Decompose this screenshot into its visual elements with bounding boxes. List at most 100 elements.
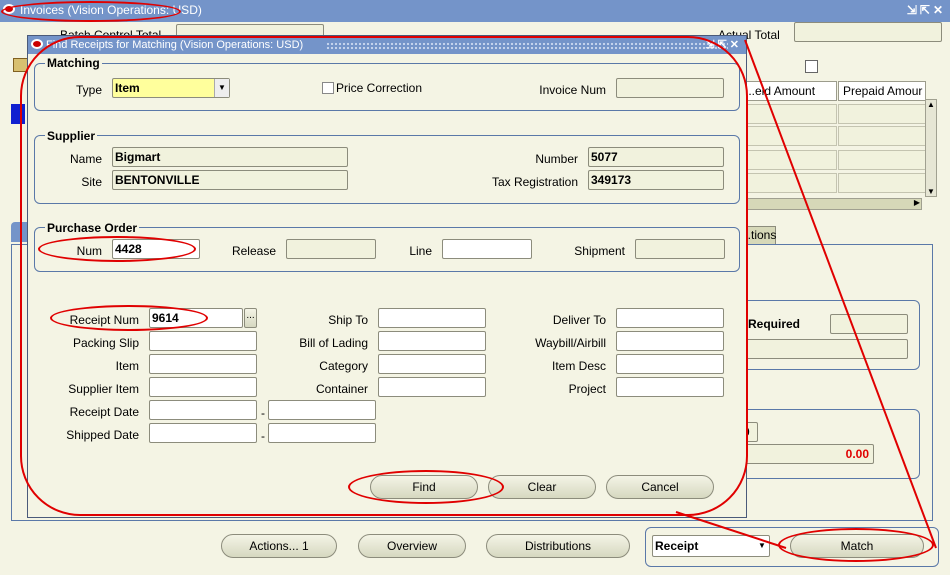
grid-cell[interactable] <box>740 173 837 193</box>
deliver-to-field[interactable] <box>616 308 724 328</box>
dialog-window-controls[interactable]: ⇲⇱✕ <box>705 36 742 54</box>
required-field-1[interactable] <box>830 314 908 334</box>
ship-to-label: Ship To <box>328 313 368 327</box>
supplier-item-field[interactable] <box>149 377 257 397</box>
invoice-num-label: Invoice Num <box>539 83 606 97</box>
grid-cell[interactable] <box>740 104 837 124</box>
shipped-date-label: Shipped Date <box>66 428 139 442</box>
close-icon[interactable]: ✕ <box>730 39 742 51</box>
po-num-label: Num <box>76 244 102 258</box>
receipt-date-separator: - <box>261 406 265 420</box>
vertical-scrollbar[interactable]: ▲ ▼ <box>925 99 937 197</box>
grid-cell[interactable] <box>740 126 837 146</box>
type-select[interactable]: Item ▼ <box>112 78 230 98</box>
receipt-num-field[interactable]: 9614 <box>149 308 243 328</box>
grid-cell[interactable] <box>838 150 926 170</box>
ship-to-field[interactable] <box>378 308 486 328</box>
amount-field[interactable]: 0.00 <box>740 444 874 464</box>
find-button[interactable]: Find <box>370 475 478 499</box>
tax-registration-label: Tax Registration <box>491 175 578 189</box>
packing-slip-field[interactable] <box>149 331 257 351</box>
shipped-date-separator: - <box>261 429 265 443</box>
supplier-group-title: Supplier <box>45 129 98 143</box>
clear-button[interactable]: Clear <box>488 475 596 499</box>
scroll-up-icon[interactable]: ▲ <box>927 100 935 109</box>
amount-value: 0.00 <box>845 447 869 461</box>
required-label: Required <box>748 317 801 331</box>
maximize-icon[interactable]: ⇱ <box>718 39 730 51</box>
container-label: Container <box>315 382 368 396</box>
project-field[interactable] <box>616 377 724 397</box>
supplier-name-field[interactable]: Bigmart <box>112 147 348 167</box>
packing-slip-label: Packing Slip <box>72 336 139 350</box>
receipt-date-from-field[interactable] <box>149 400 257 420</box>
bill-of-lading-label: Bill of Lading <box>299 336 368 350</box>
grid-cell[interactable] <box>838 104 926 124</box>
bill-of-lading-field[interactable] <box>378 331 486 351</box>
supplier-site-field[interactable]: BENTONVILLE <box>112 170 348 190</box>
matching-group-title: Matching <box>45 56 102 70</box>
po-shipment-label: Shipment <box>574 244 625 258</box>
po-release-field[interactable] <box>286 239 376 259</box>
po-line-label: Line <box>409 244 432 258</box>
oracle-logo-icon <box>3 4 15 14</box>
required-group <box>740 300 920 370</box>
window-controls[interactable]: ⇲⇱✕ <box>907 0 946 20</box>
category-label: Category <box>319 359 368 373</box>
tax-registration-field[interactable]: 349173 <box>588 170 724 190</box>
scroll-down-icon[interactable]: ▼ <box>927 187 935 196</box>
match-type-value: Receipt <box>655 539 699 553</box>
match-type-select[interactable]: Receipt ▼ <box>652 535 770 557</box>
supplier-number-label: Number <box>535 152 578 166</box>
receipt-lov-button[interactable]: ... <box>244 308 257 328</box>
grid-cell[interactable] <box>838 126 926 146</box>
waybill-label: Waybill/Airbill <box>535 336 606 350</box>
scroll-right-icon[interactable]: ▶ <box>914 198 920 207</box>
type-label: Type <box>75 83 102 97</box>
maximize-icon[interactable]: ⇱ <box>920 3 933 17</box>
item-desc-field[interactable] <box>616 354 724 374</box>
shipped-date-to-field[interactable] <box>268 423 376 443</box>
match-button[interactable]: Match <box>790 534 924 558</box>
po-num-field[interactable]: 4428 <box>112 239 200 259</box>
minimize-icon[interactable]: ⇲ <box>907 3 920 17</box>
main-window-title: Invoices (Vision Operations: USD) <box>20 3 202 17</box>
overview-button[interactable]: Overview <box>358 534 466 558</box>
container-field[interactable] <box>378 377 486 397</box>
oracle-logo-icon <box>31 39 43 49</box>
distributions-button[interactable]: Distributions <box>486 534 630 558</box>
po-shipment-field[interactable] <box>635 239 725 259</box>
column-header-held-amount[interactable]: ...eld Amount <box>740 81 837 101</box>
waybill-field[interactable] <box>616 331 724 351</box>
cancel-button[interactable]: Cancel <box>606 475 714 499</box>
actions-button[interactable]: Actions... 1 <box>221 534 337 558</box>
price-correction-label: Price Correction <box>336 81 423 95</box>
supplier-name-label: Name <box>69 152 102 166</box>
minimize-icon[interactable]: ⇲ <box>705 39 717 51</box>
po-release-label: Release <box>231 244 276 258</box>
po-line-field[interactable] <box>442 239 532 259</box>
grid-cell[interactable] <box>740 150 837 170</box>
main-window-titlebar[interactable]: Invoices (Vision Operations: USD) ⇲⇱✕ <box>0 0 950 22</box>
dialog-titlebar[interactable]: Find Receipts for Matching (Vision Opera… <box>28 36 746 54</box>
receipt-date-to-field[interactable] <box>268 400 376 420</box>
receipt-date-label: Receipt Date <box>69 405 139 419</box>
column-header-prepaid-amount[interactable]: Prepaid Amour <box>838 81 926 101</box>
grid-cell[interactable] <box>838 173 926 193</box>
supplier-number-field[interactable]: 5077 <box>588 147 724 167</box>
checkbox-right[interactable] <box>805 60 818 73</box>
shipped-date-from-field[interactable] <box>149 423 257 443</box>
horizontal-scrollbar[interactable]: ▶ <box>740 198 922 210</box>
invoice-num-field[interactable] <box>616 78 724 98</box>
item-field[interactable] <box>149 354 257 374</box>
purchase-order-group-title: Purchase Order <box>45 221 140 235</box>
actual-total-field[interactable] <box>794 22 942 42</box>
chevron-down-icon[interactable]: ▼ <box>755 536 769 556</box>
chevron-down-icon[interactable]: ▼ <box>214 79 229 97</box>
close-icon[interactable]: ✕ <box>933 3 946 17</box>
category-field[interactable] <box>378 354 486 374</box>
titlebar-grip <box>326 42 728 50</box>
required-field-2[interactable] <box>740 339 908 359</box>
price-correction-checkbox[interactable] <box>322 82 334 94</box>
supplier-item-label: Supplier Item <box>68 382 139 396</box>
